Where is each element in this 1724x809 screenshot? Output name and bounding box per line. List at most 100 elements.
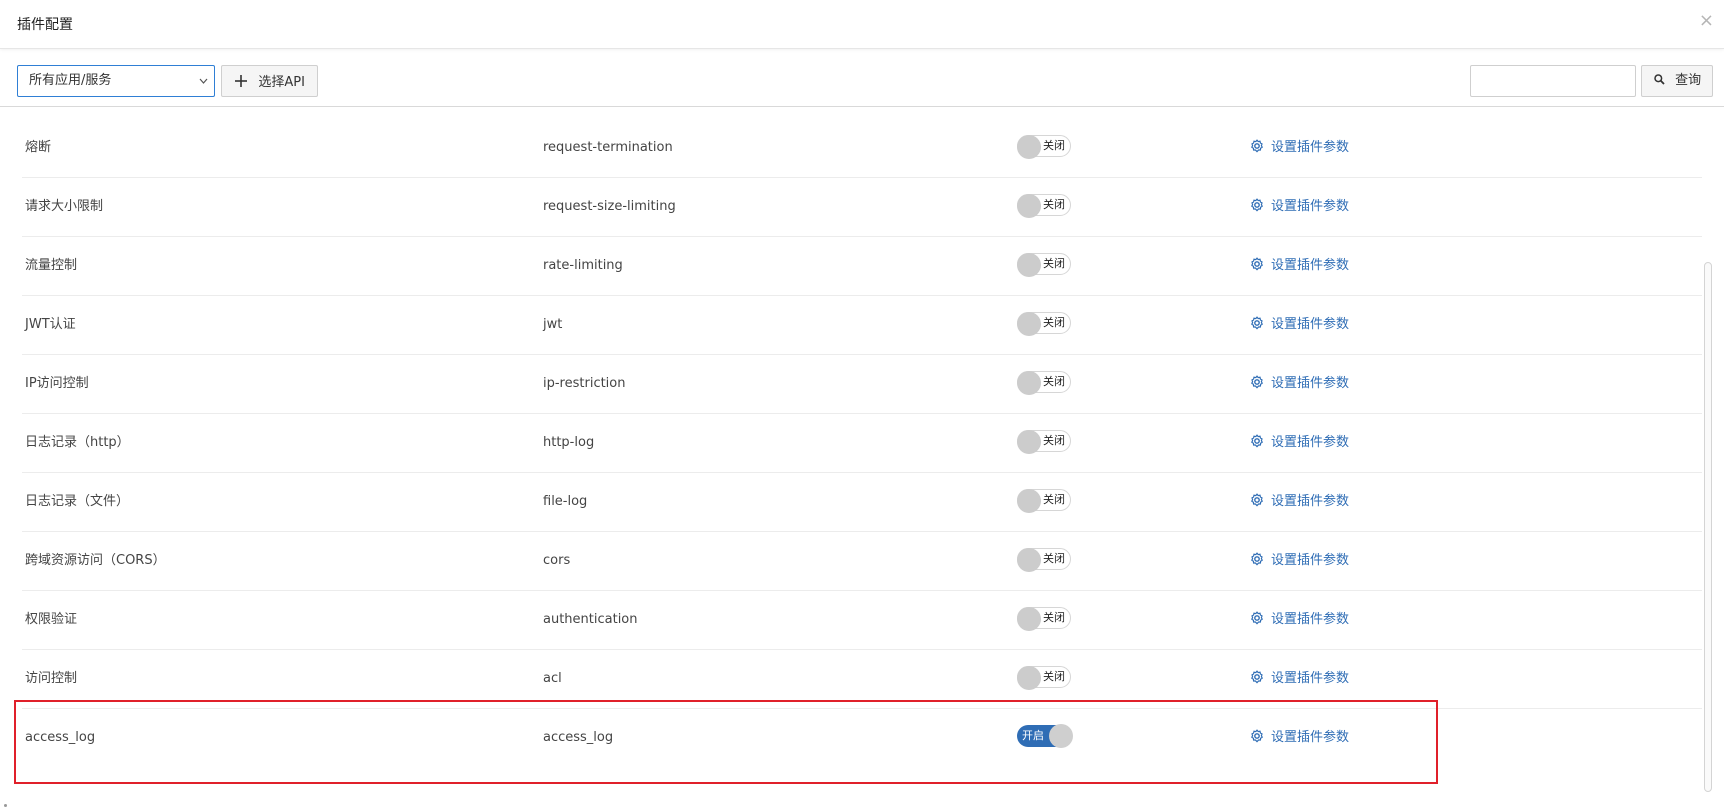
plugin-code: rate-limiting: [543, 258, 623, 273]
toggle-knob: [1017, 371, 1041, 395]
action-label: 设置插件参数: [1271, 612, 1350, 627]
set-plugin-params-link[interactable]: 设置插件参数: [1250, 649, 1349, 710]
plugin-name: 权限验证: [25, 612, 78, 627]
scope-select[interactable]: 所有应用/服务: [17, 65, 215, 97]
table-row: 权限验证 authentication 关闭 设置插件参数: [22, 590, 1702, 650]
toggle-knob: [1017, 666, 1041, 690]
plugin-name: access_log: [25, 730, 96, 745]
action-label: 设置插件参数: [1271, 730, 1350, 745]
dialog-header: 插件配置 ×: [0, 0, 1724, 49]
set-plugin-params-link[interactable]: 设置插件参数: [1250, 413, 1349, 474]
plugin-code: jwt: [543, 317, 563, 332]
corner-dot: [4, 804, 7, 807]
plugin-name: 日志记录（文件）: [25, 494, 130, 509]
plugin-toggle[interactable]: 关闭: [1017, 371, 1071, 395]
toggle-knob: [1017, 607, 1041, 631]
toggle-label: 关闭: [1043, 552, 1065, 565]
gear-icon: [1250, 710, 1264, 769]
scope-select-value: 所有应用/服务: [29, 73, 112, 88]
plugin-code: acl: [543, 671, 562, 686]
action-label: 设置插件参数: [1271, 140, 1350, 155]
query-button[interactable]: 查询: [1641, 65, 1713, 97]
toggle-knob: [1049, 724, 1073, 748]
toggle-label: 关闭: [1043, 493, 1065, 506]
action-label: 设置插件参数: [1271, 553, 1350, 568]
close-icon[interactable]: ×: [1699, 11, 1714, 31]
toggle-knob: [1017, 312, 1041, 336]
toggle-label: 关闭: [1043, 375, 1065, 388]
dialog-title: 插件配置: [17, 17, 73, 33]
set-plugin-params-link[interactable]: 设置插件参数: [1250, 590, 1349, 651]
action-label: 设置插件参数: [1271, 199, 1350, 214]
gear-icon: [1250, 415, 1264, 474]
plugin-name: 流量控制: [25, 258, 78, 273]
set-plugin-params-link[interactable]: 设置插件参数: [1250, 295, 1349, 356]
plugin-name: 熔断: [25, 140, 52, 155]
toggle-knob: [1017, 135, 1041, 159]
table-row: access_log access_log 开启 设置插件参数: [22, 708, 1702, 767]
plugin-code: request-size-limiting: [543, 199, 676, 214]
plugin-name: JWT认证: [25, 317, 76, 332]
select-api-label: 选择API: [258, 75, 305, 90]
plugin-toggle[interactable]: 关闭: [1017, 430, 1071, 454]
table-row: JWT认证 jwt 关闭 设置插件参数: [22, 295, 1702, 355]
set-plugin-params-link[interactable]: 设置插件参数: [1250, 708, 1349, 769]
plugin-code: access_log: [543, 730, 614, 745]
plugin-name: IP访问控制: [25, 376, 89, 391]
plugin-toggle[interactable]: 关闭: [1017, 312, 1071, 336]
plugin-code: http-log: [543, 435, 595, 450]
set-plugin-params-link[interactable]: 设置插件参数: [1250, 472, 1349, 533]
gear-icon: [1250, 297, 1264, 356]
search-input[interactable]: [1470, 65, 1636, 97]
chevron-down-icon: [199, 66, 208, 108]
action-label: 设置插件参数: [1271, 376, 1350, 391]
plugin-toggle[interactable]: 关闭: [1017, 489, 1071, 513]
set-plugin-params-link[interactable]: 设置插件参数: [1250, 118, 1349, 179]
plugin-toggle[interactable]: 关闭: [1017, 548, 1071, 572]
gear-icon: [1250, 120, 1264, 179]
vertical-scrollbar[interactable]: [1704, 262, 1712, 792]
toggle-label: 开启: [1022, 729, 1044, 742]
table-row: 请求大小限制 request-size-limiting 关闭 设置插件参数: [22, 177, 1702, 237]
set-plugin-params-link[interactable]: 设置插件参数: [1250, 177, 1349, 238]
plugin-toggle[interactable]: 关闭: [1017, 135, 1071, 159]
plugin-name: 请求大小限制: [25, 199, 104, 214]
plugin-code: ip-restriction: [543, 376, 626, 391]
toggle-knob: [1017, 430, 1041, 454]
set-plugin-params-link[interactable]: 设置插件参数: [1250, 531, 1349, 592]
plus-icon: [234, 69, 254, 93]
table-row: 流量控制 rate-limiting 关闭 设置插件参数: [22, 236, 1702, 296]
gear-icon: [1250, 592, 1264, 651]
action-label: 设置插件参数: [1271, 494, 1350, 509]
plugin-toggle[interactable]: 关闭: [1017, 253, 1071, 277]
toggle-knob: [1017, 548, 1041, 572]
query-label: 查询: [1675, 73, 1702, 88]
action-label: 设置插件参数: [1271, 258, 1350, 273]
toggle-label: 关闭: [1043, 139, 1065, 152]
plugin-code: file-log: [543, 494, 588, 509]
table-row: 跨域资源访问（CORS） cors 关闭 设置插件参数: [22, 531, 1702, 591]
table-row: IP访问控制 ip-restriction 关闭 设置插件参数: [22, 354, 1702, 414]
toggle-knob: [1017, 253, 1041, 277]
toggle-label: 关闭: [1043, 670, 1065, 683]
select-api-button[interactable]: 选择API: [221, 65, 318, 97]
plugin-name: 日志记录（http）: [25, 435, 130, 450]
plugin-toggle[interactable]: 关闭: [1017, 666, 1071, 690]
plugin-code: cors: [543, 553, 571, 568]
gear-icon: [1250, 651, 1264, 710]
table-row: 熔断 request-termination 关闭 设置插件参数: [22, 118, 1702, 178]
plugin-name: 跨域资源访问（CORS）: [25, 553, 166, 568]
plugin-toggle[interactable]: 关闭: [1017, 607, 1071, 631]
plugin-code: request-termination: [543, 140, 673, 155]
plugin-toggle[interactable]: 开启: [1017, 724, 1073, 748]
toggle-label: 关闭: [1043, 611, 1065, 624]
toggle-knob: [1017, 194, 1041, 218]
table-row: 访问控制 acl 关闭 设置插件参数: [22, 649, 1702, 709]
plugin-toggle[interactable]: 关闭: [1017, 194, 1071, 218]
plugin-config-dialog: 插件配置 × 所有应用/服务 选择API 查询 熔断 request-termi…: [0, 0, 1724, 809]
plugin-code: authentication: [543, 612, 638, 627]
toggle-label: 关闭: [1043, 434, 1065, 447]
gear-icon: [1250, 238, 1264, 297]
set-plugin-params-link[interactable]: 设置插件参数: [1250, 236, 1349, 297]
set-plugin-params-link[interactable]: 设置插件参数: [1250, 354, 1349, 415]
